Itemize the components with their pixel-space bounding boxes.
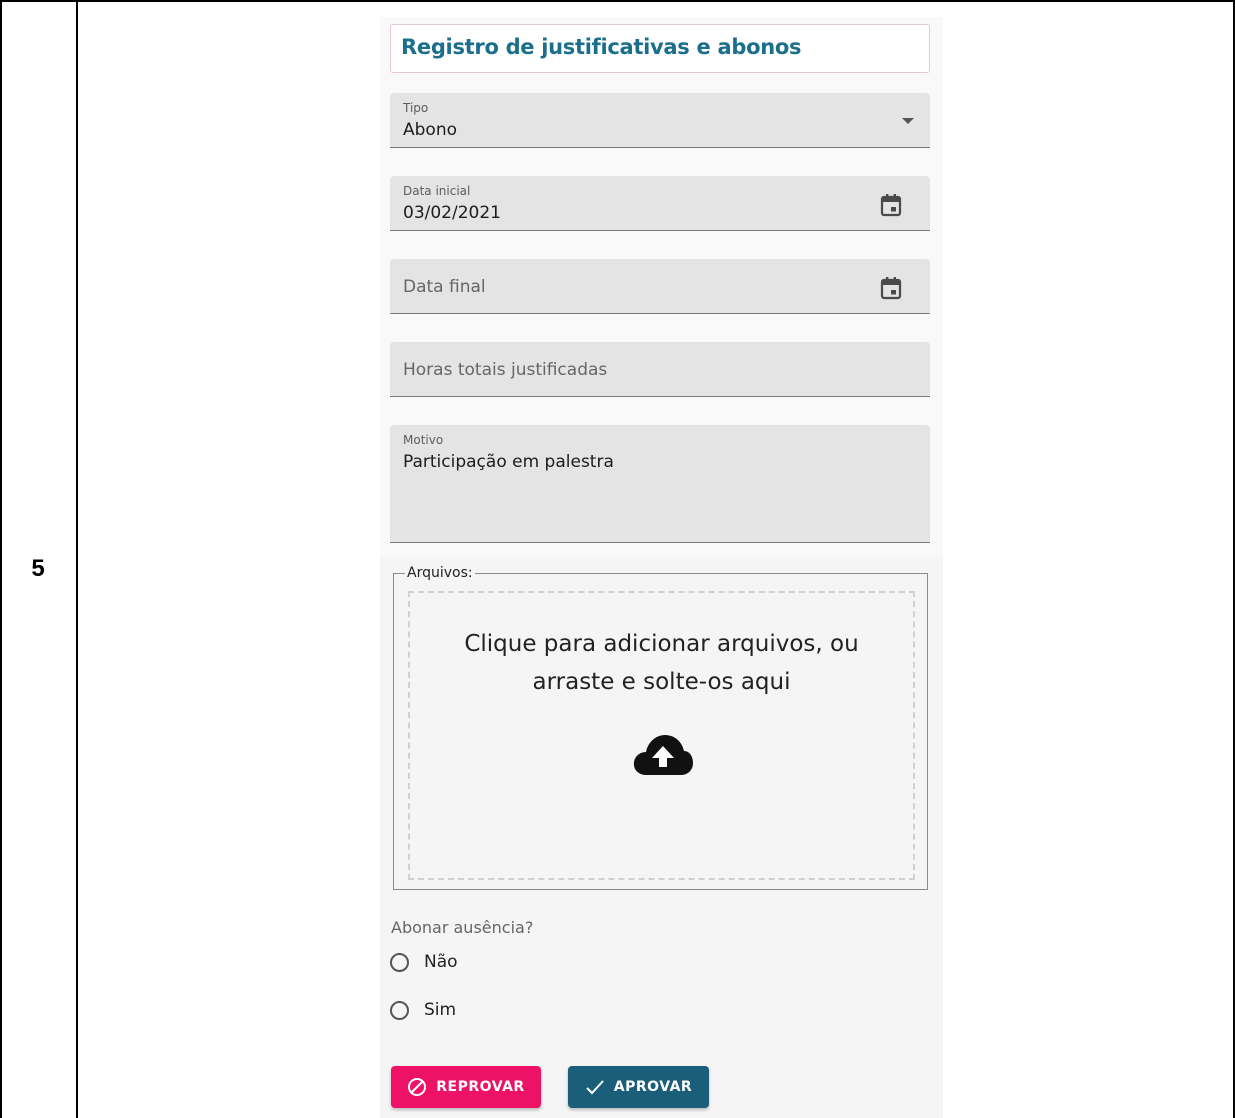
reprovar-label: REPROVAR [436, 1079, 525, 1095]
data-inicial-value: 03/02/2021 [403, 203, 501, 223]
form-header: Registro de justificativas e abonos [390, 24, 930, 73]
radio-nao-circle[interactable] [390, 952, 409, 972]
file-dropzone[interactable]: Clique para adicionar arquivos, ou arras… [408, 591, 915, 880]
arquivos-legend: Arquivos: [405, 565, 475, 581]
page-title: Registro de justificativas e abonos [401, 35, 802, 59]
block-icon [408, 1078, 427, 1096]
tipo-label: Tipo [403, 101, 429, 115]
data-final-placeholder: Data final [403, 277, 486, 297]
horas-totais-field[interactable]: Horas totais justificadas [390, 342, 930, 397]
radio-sim[interactable]: Sim [390, 997, 456, 1023]
dropzone-line-2: arraste e solte-os aqui [532, 669, 791, 695]
motivo-textarea[interactable]: Motivo Participação em palestra [390, 425, 930, 543]
calendar-icon[interactable] [880, 276, 902, 300]
table-column-divider [76, 0, 78, 1118]
radio-sim-circle[interactable] [390, 1000, 409, 1020]
data-inicial-field[interactable]: Data inicial 03/02/2021 [390, 176, 930, 231]
horas-totais-placeholder: Horas totais justificadas [403, 360, 608, 380]
check-icon [586, 1080, 604, 1095]
motivo-label: Motivo [403, 433, 444, 447]
dropzone-instructions: Clique para adicionar arquivos, ou arras… [410, 625, 913, 701]
radio-nao[interactable]: Não [390, 949, 458, 975]
step-number: 5 [31, 555, 45, 582]
abonar-question: Abonar ausência? [391, 918, 534, 937]
radio-sim-label[interactable]: Sim [424, 1000, 456, 1020]
calendar-icon[interactable] [880, 193, 902, 217]
motivo-value: Participação em palestra [403, 452, 614, 472]
dropzone-line-1: Clique para adicionar arquivos, ou [464, 631, 859, 657]
aprovar-label: APROVAR [613, 1079, 693, 1095]
tipo-value: Abono [403, 120, 457, 140]
aprovar-button[interactable]: APROVAR [568, 1066, 709, 1108]
dropdown-arrow-icon[interactable] [902, 118, 914, 124]
reprovar-button[interactable]: REPROVAR [391, 1066, 541, 1108]
cloud-upload-icon [633, 735, 693, 775]
data-final-field[interactable]: Data final [390, 259, 930, 314]
tipo-select[interactable]: Tipo Abono [390, 93, 930, 148]
data-inicial-label: Data inicial [403, 184, 471, 198]
radio-nao-label[interactable]: Não [424, 952, 458, 972]
